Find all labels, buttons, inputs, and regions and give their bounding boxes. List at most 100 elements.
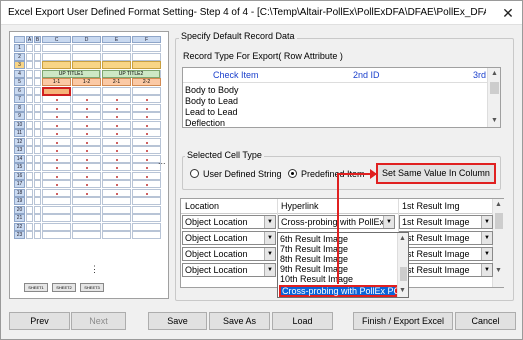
dropdown-scrollbar[interactable]: ▲ ▼ — [397, 233, 408, 297]
row-header: 17 — [14, 180, 25, 188]
cell-marker-icon — [86, 107, 88, 110]
record-type-list[interactable]: Check Item 2nd ID 3rd I Body to Body Bod… — [182, 67, 501, 128]
column-header: D — [72, 36, 101, 43]
chevron-down-icon[interactable]: ▼ — [264, 248, 275, 260]
load-button[interactable]: Load — [272, 312, 333, 330]
chevron-down-icon[interactable]: ▼ — [481, 216, 492, 228]
chevron-down-icon[interactable]: ▼ — [383, 216, 394, 228]
sheet-cell — [42, 222, 71, 231]
sheet-cell — [132, 231, 161, 239]
location-combo[interactable]: Object Location ▼ — [182, 231, 276, 245]
cell-type-group-label: Selected Cell Type — [185, 150, 264, 160]
location-combo[interactable]: Object Location ▼ — [182, 215, 276, 229]
chevron-down-icon[interactable]: ▼ — [264, 264, 275, 276]
next-button[interactable]: Next — [71, 312, 126, 330]
sheet-cell — [26, 78, 33, 86]
radio-user-defined-label[interactable]: User Defined String — [203, 169, 282, 179]
chevron-down-icon[interactable]: ▼ — [481, 264, 492, 276]
dropdown-item-selected[interactable]: Cross-probing with PollEx PCB — [279, 285, 406, 297]
scroll-up-icon[interactable]: ▲ — [488, 68, 501, 80]
sheet-cell — [72, 188, 101, 197]
scroll-thumb[interactable] — [490, 82, 499, 94]
location-combo[interactable]: Object Location ▼ — [182, 263, 276, 277]
sheet-cell — [34, 214, 41, 222]
sheet-tab-1[interactable]: SHEET1 — [24, 283, 48, 292]
grid-scroll-up-icon[interactable]: ▲ — [492, 199, 505, 211]
sheet-cell — [72, 163, 101, 171]
sheet-cell — [34, 205, 41, 214]
more-rows-ellipsis: ⋮ — [90, 264, 99, 274]
hyperlink-dropdown-list[interactable]: 6th Result Image 7th Result Image 8th Re… — [277, 232, 409, 298]
sheet-cell — [132, 44, 161, 52]
selected-cell — [42, 86, 71, 96]
chevron-down-icon[interactable]: ▼ — [481, 248, 492, 260]
save-as-button[interactable]: Save As — [209, 312, 270, 330]
grid-scrollbar[interactable]: ▲ ▼ — [492, 199, 504, 287]
cell-marker-icon — [56, 133, 58, 135]
sheet-cell — [26, 120, 33, 129]
scroll-down-icon[interactable]: ▼ — [488, 115, 501, 127]
chevron-down-icon[interactable]: ▼ — [481, 232, 492, 244]
grid-scroll-down-icon[interactable]: ▼ — [492, 265, 505, 277]
sheet-cell — [102, 61, 131, 69]
radio-user-defined[interactable] — [190, 169, 199, 178]
cell-marker-icon — [146, 141, 148, 144]
record-row[interactable]: Body to Body — [185, 85, 239, 95]
grid-scroll-thumb[interactable] — [495, 213, 503, 229]
cell-marker-icon — [146, 124, 148, 127]
result-combo[interactable]: 1st Result Image ▼ — [399, 231, 493, 245]
sub-label: 1-1 — [42, 78, 71, 86]
chevron-down-icon[interactable]: ▼ — [264, 232, 275, 244]
row-header: 20 — [14, 205, 25, 214]
dropdown-scroll-thumb[interactable] — [400, 267, 407, 281]
dropdown-scroll-up-icon[interactable]: ▲ — [397, 233, 408, 245]
sheet-cell — [26, 180, 33, 188]
finish-export-button[interactable]: Finish / Export Excel — [353, 312, 453, 330]
sheet-cell — [26, 171, 33, 180]
set-same-value-button[interactable]: Set Same Value In Column — [376, 163, 496, 184]
col-check-item[interactable]: Check Item — [213, 70, 259, 80]
result-combo[interactable]: 1st Result Image ▼ — [399, 263, 493, 277]
title-bar: Excel Export User Defined Format Setting… — [1, 1, 522, 25]
sheet-cell — [26, 61, 33, 69]
up-title-2: UP TITLE2 — [102, 69, 160, 78]
sheet-cell — [34, 180, 41, 188]
cell-marker-icon — [146, 116, 148, 118]
location-combo[interactable]: Object Location ▼ — [182, 247, 276, 261]
save-button[interactable]: Save — [148, 312, 207, 330]
sheet-cell — [102, 129, 131, 137]
sheet-cell — [132, 146, 161, 154]
sheet-cell — [34, 171, 41, 180]
window-title: Excel Export User Defined Format Setting… — [8, 7, 486, 18]
record-row[interactable]: Lead to Lead — [185, 107, 238, 117]
column-header: F — [132, 36, 161, 43]
grid-header-location: Location — [185, 201, 220, 211]
location-value: Object Location — [185, 249, 248, 259]
column-header: B — [34, 36, 41, 43]
close-icon[interactable]: ✕ — [496, 3, 520, 23]
sheet-cell — [26, 231, 33, 239]
col-2nd-id[interactable]: 2nd ID — [353, 70, 380, 80]
sheet-cell — [72, 180, 101, 188]
chevron-down-icon[interactable]: ▼ — [264, 216, 275, 228]
sheet-cell — [26, 95, 33, 103]
record-row[interactable]: Body to Lead — [185, 96, 238, 106]
record-row[interactable]: Deflection — [185, 118, 225, 128]
sheet-cell — [132, 197, 161, 205]
result-combo[interactable]: 1st Result Image ▼ — [399, 247, 493, 261]
row-header: 16 — [14, 171, 25, 180]
sheet-tab-2[interactable]: SHEET2 — [52, 283, 76, 292]
result-combo[interactable]: 1st Result Image ▼ — [399, 215, 493, 229]
record-list-scrollbar[interactable]: ▲ ▼ — [487, 68, 500, 127]
prev-button[interactable]: Prev — [9, 312, 70, 330]
cancel-button[interactable]: Cancel — [455, 312, 516, 330]
cell-marker-icon — [116, 99, 118, 101]
sheet-cell — [42, 197, 71, 205]
sheet-cell — [42, 52, 71, 61]
radio-predefined[interactable] — [288, 169, 297, 178]
column-header: C — [42, 36, 71, 43]
sheet-cell — [26, 137, 33, 146]
dropdown-scroll-down-icon[interactable]: ▼ — [397, 285, 408, 297]
dropdown-item[interactable]: 10th Result Image — [280, 274, 353, 284]
sheet-tab-3[interactable]: SHEET3 — [80, 283, 104, 292]
